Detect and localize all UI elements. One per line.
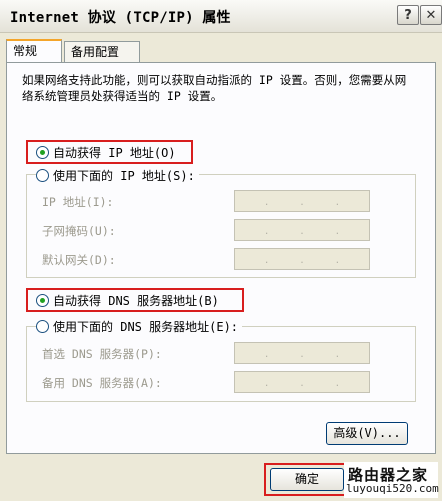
ip-auto-radio[interactable]: 自动获得 IP 地址(O) — [36, 143, 180, 161]
help-button[interactable]: ? — [397, 5, 419, 25]
dns-auto-radio[interactable]: 自动获得 DNS 服务器地址(B) — [36, 291, 223, 309]
preferred-dns-input[interactable]: ... — [234, 342, 370, 364]
window-title: Internet 协议 (TCP/IP) 属性 — [10, 10, 231, 26]
alternate-dns-label: 备用 DNS 服务器(A): — [42, 376, 162, 390]
watermark: 路由器之家 luyouqi520.com — [344, 462, 439, 498]
ip-address-label: IP 地址(I): — [42, 195, 114, 209]
help-icon: ? — [404, 8, 412, 23]
default-gateway-input[interactable]: ... — [234, 248, 370, 270]
ip-manual-radio[interactable]: 使用下面的 IP 地址(S): — [36, 166, 199, 184]
default-gateway-label: 默认网关(D): — [42, 253, 116, 267]
alternate-dns-input[interactable]: ... — [234, 371, 370, 393]
radio-unchecked-icon — [36, 168, 49, 182]
subnet-mask-input[interactable]: ... — [234, 219, 370, 241]
description-text: 如果网络支持此功能，则可以获取自动指派的 IP 设置。否则，您需要从网络系统管理… — [22, 73, 407, 103]
tab-alternate-config[interactable]: 备用配置 — [64, 41, 140, 62]
watermark-url: luyouqi520.com — [346, 482, 439, 495]
tab-general[interactable]: 常规 — [6, 39, 62, 62]
preferred-dns-label: 首选 DNS 服务器(P): — [42, 347, 162, 361]
dns-auto-label: 自动获得 DNS 服务器地址(B) — [53, 293, 219, 308]
ip-auto-label: 自动获得 IP 地址(O) — [53, 145, 176, 160]
radio-unchecked-icon — [36, 319, 49, 333]
title-bar: Internet 协议 (TCP/IP) 属性 ? ✕ — [0, 0, 442, 33]
advanced-button[interactable]: 高级(V)... — [326, 422, 408, 445]
close-button[interactable]: ✕ — [420, 5, 442, 25]
ip-manual-label: 使用下面的 IP 地址(S): — [53, 168, 195, 183]
dns-manual-radio[interactable]: 使用下面的 DNS 服务器地址(E): — [36, 317, 243, 335]
radio-checked-icon — [36, 293, 49, 307]
ip-address-input[interactable]: ... — [234, 190, 370, 212]
radio-checked-icon — [36, 145, 49, 159]
close-icon: ✕ — [425, 8, 437, 23]
subnet-mask-label: 子网掩码(U): — [42, 224, 116, 238]
ok-button[interactable]: 确定 — [270, 468, 344, 491]
dns-manual-label: 使用下面的 DNS 服务器地址(E): — [53, 319, 239, 334]
